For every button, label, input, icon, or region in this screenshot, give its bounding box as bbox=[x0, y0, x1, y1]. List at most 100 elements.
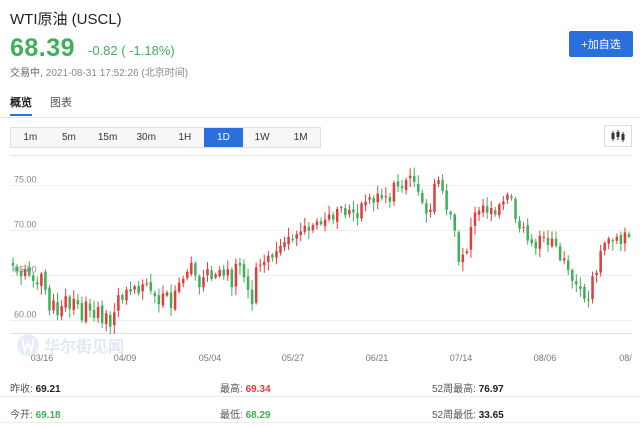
candle-body bbox=[141, 284, 144, 292]
period-1h[interactable]: 1H bbox=[166, 128, 205, 147]
candle-body bbox=[579, 286, 582, 289]
candle-body bbox=[368, 197, 371, 200]
candle-body bbox=[206, 269, 209, 276]
candle-body bbox=[473, 212, 477, 226]
period-1m[interactable]: 1m bbox=[11, 128, 50, 147]
add-watchlist-button[interactable]: +加自选 bbox=[569, 31, 633, 57]
candle bbox=[368, 193, 371, 204]
tab-overview[interactable]: 概览 bbox=[10, 94, 32, 116]
candle-body bbox=[587, 299, 590, 301]
candle-body bbox=[68, 296, 71, 309]
candle-body bbox=[202, 277, 205, 288]
candle bbox=[400, 180, 404, 193]
candle-body bbox=[417, 183, 420, 192]
tab-chart[interactable]: 图表 bbox=[50, 94, 72, 116]
status-label: 交易中, bbox=[10, 68, 43, 79]
candle bbox=[441, 174, 444, 195]
candle-body bbox=[291, 238, 294, 240]
candle bbox=[461, 248, 465, 272]
period-15m[interactable]: 15m bbox=[88, 128, 127, 147]
candle bbox=[627, 231, 631, 239]
candle bbox=[607, 236, 610, 250]
candle-body bbox=[315, 221, 319, 226]
candle bbox=[242, 259, 246, 283]
candle-body bbox=[372, 198, 375, 203]
candle-body bbox=[603, 243, 606, 251]
candle-body bbox=[287, 236, 290, 245]
candle-body bbox=[571, 269, 574, 281]
candle-body bbox=[619, 234, 623, 244]
candle bbox=[538, 230, 542, 258]
price-chart[interactable]: 75.00 70.00 65.00 60.00 03/16 04/09 05/04 05/27… bbox=[10, 155, 637, 365]
candle bbox=[352, 200, 355, 222]
candle-body bbox=[485, 206, 489, 213]
candle-body bbox=[254, 267, 258, 303]
candle-body bbox=[121, 294, 124, 300]
stat-label: 52周最低: bbox=[432, 410, 476, 421]
candle-body bbox=[279, 245, 282, 253]
candle-body bbox=[494, 210, 497, 215]
candle-body bbox=[36, 282, 39, 285]
candle-body bbox=[376, 193, 379, 203]
period-1d[interactable]: 1D bbox=[204, 128, 243, 147]
candle-body bbox=[388, 197, 392, 202]
period-1w[interactable]: 1W bbox=[243, 128, 282, 147]
candle-body bbox=[534, 241, 538, 249]
candle bbox=[246, 268, 250, 299]
candle-body bbox=[84, 301, 88, 322]
x-tick-label: 07/14 bbox=[450, 353, 473, 363]
candle bbox=[121, 293, 124, 304]
candle-body bbox=[441, 180, 444, 191]
candle-body bbox=[530, 239, 533, 244]
candle bbox=[327, 205, 331, 222]
candle bbox=[571, 268, 574, 289]
candle-body bbox=[238, 262, 242, 266]
candle-body bbox=[546, 238, 550, 245]
candle-body bbox=[550, 238, 554, 247]
candle bbox=[194, 261, 197, 281]
candle-body bbox=[453, 214, 456, 231]
candle-body bbox=[109, 314, 112, 327]
candle-body bbox=[263, 261, 266, 266]
period-30m[interactable]: 30m bbox=[127, 128, 166, 147]
stats-divider bbox=[0, 422, 640, 423]
candle-body bbox=[303, 226, 307, 232]
candle bbox=[299, 222, 302, 242]
candle bbox=[173, 285, 177, 312]
candlestick-chart[interactable]: 75.0070.0065.0060.0003/16 04/09 05/04 05/27… bbox=[10, 155, 637, 365]
candle bbox=[514, 196, 517, 223]
y-tick-label: 65.00 bbox=[14, 265, 37, 275]
candle bbox=[80, 296, 84, 323]
candle bbox=[275, 241, 278, 265]
candle-body bbox=[526, 225, 529, 241]
candle bbox=[542, 231, 546, 243]
candle bbox=[125, 286, 128, 305]
candle bbox=[113, 303, 116, 334]
chart-type-button[interactable] bbox=[604, 125, 632, 147]
candle bbox=[344, 203, 347, 219]
candle bbox=[44, 269, 47, 295]
candle bbox=[457, 230, 461, 266]
candle bbox=[153, 290, 157, 304]
candle bbox=[52, 293, 55, 314]
stat-value: 68.29 bbox=[245, 410, 271, 421]
stat-open: 今开: 69.18 bbox=[10, 406, 61, 421]
candle-body bbox=[149, 282, 153, 291]
stat-label: 最高: bbox=[220, 384, 243, 395]
candle bbox=[190, 256, 193, 277]
candle-body bbox=[566, 260, 570, 271]
period-1mo[interactable]: 1M bbox=[281, 128, 320, 147]
period-5m[interactable]: 5m bbox=[50, 128, 89, 147]
candle-body bbox=[271, 254, 274, 258]
candle bbox=[445, 183, 448, 216]
candle-body bbox=[623, 232, 627, 244]
candle-body bbox=[437, 180, 440, 184]
candle-body bbox=[489, 208, 493, 215]
candle bbox=[230, 267, 234, 296]
candle-body bbox=[554, 238, 558, 246]
last-price: 68.39 bbox=[10, 34, 76, 62]
candle-body bbox=[607, 238, 610, 244]
candle-body bbox=[583, 287, 586, 299]
candle bbox=[295, 230, 298, 247]
status-timestamp: 2021-08-31 17:52:26 (北京时间) bbox=[45, 68, 189, 79]
